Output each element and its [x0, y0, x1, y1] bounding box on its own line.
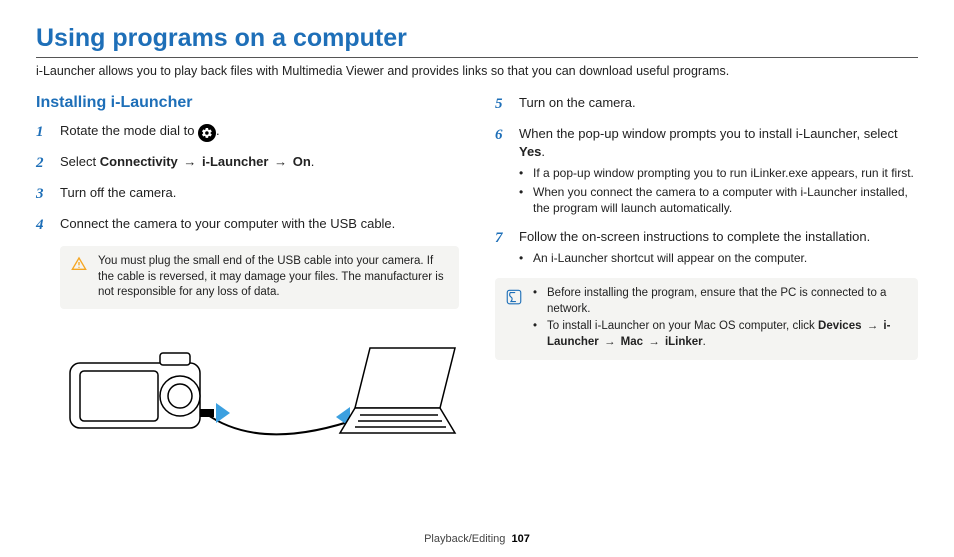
info-text-post: .	[703, 336, 706, 348]
page-footer: Playback/Editing 107	[0, 533, 954, 545]
step-body: Follow the on-screen instructions to com…	[519, 228, 918, 268]
step-body: Connect the camera to your computer with…	[60, 215, 459, 236]
step-number: 4	[36, 215, 50, 236]
menu-devices: Devices	[818, 320, 861, 332]
page-number: 107	[512, 533, 530, 545]
info-icon	[505, 286, 523, 352]
sub-bullet-text: An i-Launcher shortcut will appear on th…	[533, 250, 807, 266]
info-note: •Before installing the program, ensure t…	[495, 278, 918, 360]
sub-bullet-text: When you connect the camera to a compute…	[533, 184, 918, 216]
step-body: Turn off the camera.	[60, 184, 459, 205]
warning-text: You must plug the small end of the USB c…	[98, 254, 449, 301]
warning-icon	[70, 254, 88, 301]
step-number: 5	[495, 94, 509, 115]
arrow-icon: →	[646, 336, 662, 348]
step-text: When the pop-up window prompts you to in…	[519, 126, 898, 141]
step-number: 2	[36, 153, 50, 174]
arrow-icon: →	[602, 336, 618, 348]
step-number: 6	[495, 125, 509, 218]
footer-section: Playback/Editing	[424, 533, 505, 545]
step-5: 5 Turn on the camera.	[495, 94, 918, 115]
info-text: •Before installing the program, ensure t…	[533, 286, 908, 352]
step-body: When the pop-up window prompts you to in…	[519, 125, 918, 218]
warning-note: You must plug the small end of the USB c…	[60, 246, 459, 309]
step-number: 1	[36, 122, 50, 143]
step-body: Rotate the mode dial to .	[60, 122, 459, 143]
info-bullet-text: To install i-Launcher on your Mac OS com…	[547, 319, 908, 350]
bullet-dot: •	[519, 250, 527, 266]
menu-mac: Mac	[621, 336, 643, 348]
step-3: 3 Turn off the camera.	[36, 184, 459, 205]
step-number: 3	[36, 184, 50, 205]
section-title-install: Installing i-Launcher	[36, 94, 459, 112]
arrow-icon: →	[181, 154, 198, 169]
step-sub-bullets: • An i-Launcher shortcut will appear on t…	[519, 250, 918, 266]
step-text-post: .	[311, 154, 315, 169]
step-text: Rotate the mode dial to	[60, 123, 198, 138]
step-sub-bullets: • If a pop-up window prompting you to run…	[519, 165, 918, 216]
step-4: 4 Connect the camera to your computer wi…	[36, 215, 459, 236]
usb-connection-illustration	[60, 323, 459, 446]
bullet-dot: •	[533, 319, 541, 350]
left-column: Installing i-Launcher 1 Rotate the mode …	[36, 94, 459, 446]
prompt-yes: Yes	[519, 144, 541, 159]
menu-ilinker: iLinker	[665, 336, 703, 348]
step-text-post: .	[216, 123, 220, 138]
mode-dial-settings-icon	[198, 124, 216, 142]
step-text-post: .	[541, 144, 545, 159]
arrow-icon: →	[865, 320, 881, 332]
menu-connectivity: Connectivity	[100, 154, 178, 169]
intro-text: i-Launcher allows you to play back files…	[36, 64, 918, 78]
page-title: Using programs on a computer	[36, 24, 918, 53]
bullet-dot: •	[519, 165, 527, 181]
sub-bullet-text: If a pop-up window prompting you to run …	[533, 165, 914, 181]
step-6: 6 When the pop-up window prompts you to …	[495, 125, 918, 218]
right-column: 5 Turn on the camera. 6 When the pop-up …	[495, 94, 918, 446]
bullet-dot: •	[533, 286, 541, 317]
step-text: Select	[60, 154, 100, 169]
arrow-icon: →	[272, 154, 289, 169]
content-columns: Installing i-Launcher 1 Rotate the mode …	[36, 94, 918, 446]
info-bullet-text: Before installing the program, ensure th…	[547, 286, 908, 317]
info-text-pre: To install i-Launcher on your Mac OS com…	[547, 320, 818, 332]
step-2: 2 Select Connectivity → i-Launcher → On.	[36, 153, 459, 174]
step-text: Follow the on-screen instructions to com…	[519, 229, 870, 244]
menu-ilauncher: i-Launcher	[202, 154, 268, 169]
step-body: Turn on the camera.	[519, 94, 918, 115]
bullet-dot: •	[519, 184, 527, 216]
step-1: 1 Rotate the mode dial to .	[36, 122, 459, 143]
step-7: 7 Follow the on-screen instructions to c…	[495, 228, 918, 268]
divider	[36, 57, 918, 58]
step-number: 7	[495, 228, 509, 268]
step-body: Select Connectivity → i-Launcher → On.	[60, 153, 459, 174]
menu-on: On	[293, 154, 311, 169]
